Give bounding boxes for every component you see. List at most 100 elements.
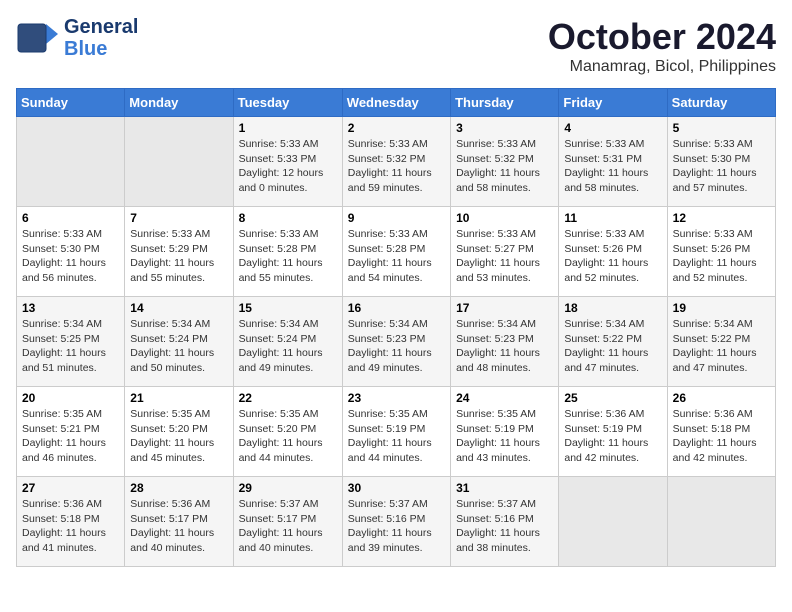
day-info: Sunrise: 5:36 AM Sunset: 5:17 PM Dayligh… bbox=[130, 497, 227, 556]
day-info: Sunrise: 5:37 AM Sunset: 5:16 PM Dayligh… bbox=[348, 497, 445, 556]
day-number: 28 bbox=[130, 481, 227, 495]
day-number: 17 bbox=[456, 301, 553, 315]
day-number: 14 bbox=[130, 301, 227, 315]
day-number: 1 bbox=[239, 121, 337, 135]
day-cell: 4 Sunrise: 5:33 AM Sunset: 5:31 PM Daylig… bbox=[559, 117, 667, 207]
day-cell: 15 Sunrise: 5:34 AM Sunset: 5:24 PM Dayli… bbox=[233, 297, 342, 387]
day-number: 4 bbox=[564, 121, 661, 135]
logo: General Blue bbox=[16, 16, 138, 60]
day-info: Sunrise: 5:33 AM Sunset: 5:31 PM Dayligh… bbox=[564, 137, 661, 196]
day-cell: 18 Sunrise: 5:34 AM Sunset: 5:22 PM Dayli… bbox=[559, 297, 667, 387]
location-title: Manamrag, Bicol, Philippines bbox=[548, 58, 776, 76]
day-number: 9 bbox=[348, 211, 445, 225]
day-cell: 17Sunrise: 5:34 AM Sunset: 5:23 PM Dayli… bbox=[451, 297, 559, 387]
day-cell: 12 Sunrise: 5:33 AM Sunset: 5:26 PM Dayli… bbox=[667, 207, 775, 297]
day-cell: 6 Sunrise: 5:33 AM Sunset: 5:30 PM Daylig… bbox=[17, 207, 125, 297]
day-cell bbox=[17, 117, 125, 207]
day-cell bbox=[667, 477, 775, 567]
day-info: Sunrise: 5:35 AM Sunset: 5:21 PM Dayligh… bbox=[22, 407, 119, 466]
day-info: Sunrise: 5:33 AM Sunset: 5:32 PM Dayligh… bbox=[348, 137, 445, 196]
day-info: Sunrise: 5:36 AM Sunset: 5:18 PM Dayligh… bbox=[22, 497, 119, 556]
day-info: Sunrise: 5:35 AM Sunset: 5:20 PM Dayligh… bbox=[130, 407, 227, 466]
week-row-5: 27 Sunrise: 5:36 AM Sunset: 5:18 PM Dayli… bbox=[17, 477, 776, 567]
day-info: Sunrise: 5:36 AM Sunset: 5:19 PM Dayligh… bbox=[564, 407, 661, 466]
day-cell: 27 Sunrise: 5:36 AM Sunset: 5:18 PM Dayli… bbox=[17, 477, 125, 567]
weekday-header-row: SundayMondayTuesdayWednesdayThursdayFrid… bbox=[17, 89, 776, 117]
calendar-header: SundayMondayTuesdayWednesdayThursdayFrid… bbox=[17, 89, 776, 117]
day-number: 20 bbox=[22, 391, 119, 405]
day-number: 31 bbox=[456, 481, 553, 495]
weekday-header-tuesday: Tuesday bbox=[233, 89, 342, 117]
day-number: 22 bbox=[239, 391, 337, 405]
day-info: Sunrise: 5:34 AM Sunset: 5:24 PM Dayligh… bbox=[130, 317, 227, 376]
day-cell bbox=[125, 117, 233, 207]
page-header: General Blue October 2024 Manamrag, Bico… bbox=[16, 16, 776, 76]
day-number: 26 bbox=[673, 391, 770, 405]
day-cell bbox=[559, 477, 667, 567]
day-number: 6 bbox=[22, 211, 119, 225]
day-info: Sunrise: 5:33 AM Sunset: 5:26 PM Dayligh… bbox=[673, 227, 770, 286]
day-info: Sunrise: 5:33 AM Sunset: 5:28 PM Dayligh… bbox=[239, 227, 337, 286]
day-info: Sunrise: 5:33 AM Sunset: 5:30 PM Dayligh… bbox=[22, 227, 119, 286]
day-cell: 24Sunrise: 5:35 AM Sunset: 5:19 PM Dayli… bbox=[451, 387, 559, 477]
day-cell: 25 Sunrise: 5:36 AM Sunset: 5:19 PM Dayli… bbox=[559, 387, 667, 477]
day-cell: 5Sunrise: 5:33 AM Sunset: 5:30 PM Daylig… bbox=[667, 117, 775, 207]
day-number: 15 bbox=[239, 301, 337, 315]
day-number: 18 bbox=[564, 301, 661, 315]
day-cell: 21 Sunrise: 5:35 AM Sunset: 5:20 PM Dayli… bbox=[125, 387, 233, 477]
day-cell: 31Sunrise: 5:37 AM Sunset: 5:16 PM Dayli… bbox=[451, 477, 559, 567]
day-cell: 20 Sunrise: 5:35 AM Sunset: 5:21 PM Dayli… bbox=[17, 387, 125, 477]
weekday-header-saturday: Saturday bbox=[667, 89, 775, 117]
day-info: Sunrise: 5:33 AM Sunset: 5:32 PM Dayligh… bbox=[456, 137, 553, 196]
day-cell: 23 Sunrise: 5:35 AM Sunset: 5:19 PM Dayli… bbox=[342, 387, 450, 477]
day-cell: 3Sunrise: 5:33 AM Sunset: 5:32 PM Daylig… bbox=[451, 117, 559, 207]
calendar-table: SundayMondayTuesdayWednesdayThursdayFrid… bbox=[16, 88, 776, 567]
day-number: 25 bbox=[564, 391, 661, 405]
day-info: Sunrise: 5:36 AM Sunset: 5:18 PM Dayligh… bbox=[673, 407, 770, 466]
day-info: Sunrise: 5:34 AM Sunset: 5:22 PM Dayligh… bbox=[564, 317, 661, 376]
weekday-header-sunday: Sunday bbox=[17, 89, 125, 117]
day-info: Sunrise: 5:34 AM Sunset: 5:25 PM Dayligh… bbox=[22, 317, 119, 376]
logo-icon bbox=[16, 16, 60, 60]
day-info: Sunrise: 5:33 AM Sunset: 5:27 PM Dayligh… bbox=[456, 227, 553, 286]
day-info: Sunrise: 5:33 AM Sunset: 5:26 PM Dayligh… bbox=[564, 227, 661, 286]
day-info: Sunrise: 5:33 AM Sunset: 5:33 PM Dayligh… bbox=[239, 137, 337, 196]
day-number: 7 bbox=[130, 211, 227, 225]
day-cell: 16Sunrise: 5:34 AM Sunset: 5:23 PM Dayli… bbox=[342, 297, 450, 387]
day-number: 29 bbox=[239, 481, 337, 495]
day-info: Sunrise: 5:37 AM Sunset: 5:17 PM Dayligh… bbox=[239, 497, 337, 556]
week-row-4: 20 Sunrise: 5:35 AM Sunset: 5:21 PM Dayli… bbox=[17, 387, 776, 477]
day-cell: 2 Sunrise: 5:33 AM Sunset: 5:32 PM Daylig… bbox=[342, 117, 450, 207]
day-cell: 22Sunrise: 5:35 AM Sunset: 5:20 PM Dayli… bbox=[233, 387, 342, 477]
day-cell: 1 Sunrise: 5:33 AM Sunset: 5:33 PM Daylig… bbox=[233, 117, 342, 207]
day-number: 12 bbox=[673, 211, 770, 225]
day-info: Sunrise: 5:35 AM Sunset: 5:19 PM Dayligh… bbox=[456, 407, 553, 466]
week-row-1: 1 Sunrise: 5:33 AM Sunset: 5:33 PM Daylig… bbox=[17, 117, 776, 207]
day-cell: 19Sunrise: 5:34 AM Sunset: 5:22 PM Dayli… bbox=[667, 297, 775, 387]
day-info: Sunrise: 5:34 AM Sunset: 5:22 PM Dayligh… bbox=[673, 317, 770, 376]
week-row-3: 13Sunrise: 5:34 AM Sunset: 5:25 PM Dayli… bbox=[17, 297, 776, 387]
day-info: Sunrise: 5:35 AM Sunset: 5:19 PM Dayligh… bbox=[348, 407, 445, 466]
day-info: Sunrise: 5:34 AM Sunset: 5:24 PM Dayligh… bbox=[239, 317, 337, 376]
day-number: 27 bbox=[22, 481, 119, 495]
day-cell: 13Sunrise: 5:34 AM Sunset: 5:25 PM Dayli… bbox=[17, 297, 125, 387]
title-block: October 2024 Manamrag, Bicol, Philippine… bbox=[548, 16, 776, 76]
week-row-2: 6 Sunrise: 5:33 AM Sunset: 5:30 PM Daylig… bbox=[17, 207, 776, 297]
day-cell: 28 Sunrise: 5:36 AM Sunset: 5:17 PM Dayli… bbox=[125, 477, 233, 567]
day-cell: 9Sunrise: 5:33 AM Sunset: 5:28 PM Daylig… bbox=[342, 207, 450, 297]
day-info: Sunrise: 5:34 AM Sunset: 5:23 PM Dayligh… bbox=[348, 317, 445, 376]
month-title: October 2024 bbox=[548, 16, 776, 58]
day-number: 21 bbox=[130, 391, 227, 405]
weekday-header-wednesday: Wednesday bbox=[342, 89, 450, 117]
day-cell: 26 Sunrise: 5:36 AM Sunset: 5:18 PM Dayli… bbox=[667, 387, 775, 477]
day-cell: 29 Sunrise: 5:37 AM Sunset: 5:17 PM Dayli… bbox=[233, 477, 342, 567]
day-number: 23 bbox=[348, 391, 445, 405]
day-cell: 14 Sunrise: 5:34 AM Sunset: 5:24 PM Dayli… bbox=[125, 297, 233, 387]
weekday-header-thursday: Thursday bbox=[451, 89, 559, 117]
day-number: 30 bbox=[348, 481, 445, 495]
day-cell: 10 Sunrise: 5:33 AM Sunset: 5:27 PM Dayli… bbox=[451, 207, 559, 297]
logo-blue: Blue bbox=[64, 38, 138, 60]
day-number: 10 bbox=[456, 211, 553, 225]
logo-general: General bbox=[64, 16, 138, 38]
day-number: 2 bbox=[348, 121, 445, 135]
